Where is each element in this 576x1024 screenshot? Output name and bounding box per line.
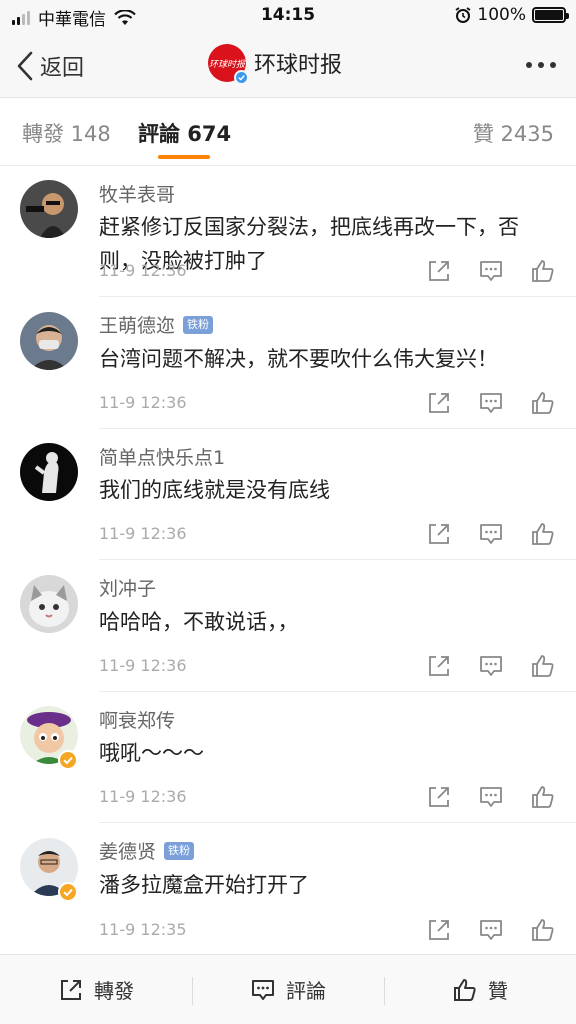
comment-list: 牧羊表哥 赶紧修订反国家分裂法，把底线再改一下，否则，没脸被打肿了 11-9 1… bbox=[0, 166, 576, 954]
share-icon[interactable] bbox=[426, 390, 452, 416]
comment-text: 台湾问题不解决，就不要吹什么伟大复兴！ bbox=[99, 346, 498, 371]
timestamp: 11-9 12:36 bbox=[99, 261, 187, 280]
share-icon[interactable] bbox=[426, 258, 452, 284]
username[interactable]: 刘冲子 bbox=[99, 574, 156, 601]
repost-button[interactable]: 轉發 bbox=[0, 955, 192, 1024]
comment-label: 評論 bbox=[286, 979, 326, 1003]
share-icon[interactable] bbox=[426, 917, 452, 943]
comment-icon[interactable] bbox=[478, 917, 504, 943]
fan-badge: 铁粉 bbox=[164, 841, 195, 860]
back-button[interactable]: 返回 bbox=[16, 50, 84, 82]
verified-icon bbox=[234, 70, 249, 85]
share-icon[interactable] bbox=[426, 784, 452, 810]
thumbs-up-icon[interactable] bbox=[530, 917, 556, 943]
timestamp: 11-9 12:36 bbox=[99, 392, 187, 412]
account-avatar: 环球时报 bbox=[208, 44, 249, 85]
page-title: 环球时报 bbox=[254, 53, 343, 78]
thumbs-up-icon bbox=[454, 978, 476, 1001]
share-icon bbox=[61, 979, 81, 1000]
comment-body: 牧羊表哥 赶紧修订反国家分裂法，把底线再改一下，否则，没脸被打肿了 11-9 1… bbox=[99, 180, 576, 297]
username[interactable]: 啊衰郑传 bbox=[99, 706, 175, 733]
battery-fill bbox=[535, 10, 563, 20]
like-label: 贊 bbox=[488, 979, 508, 1003]
comment-icon[interactable] bbox=[478, 521, 504, 547]
comment-text: 潘多拉魔盒开始打开了 bbox=[99, 872, 309, 897]
tab-bar: 轉發 148 評論 674 贊 2435 bbox=[0, 98, 576, 166]
avatar[interactable] bbox=[20, 574, 78, 633]
comment-actions bbox=[400, 917, 556, 943]
comment-actions bbox=[400, 521, 556, 547]
comment-actions bbox=[400, 653, 556, 679]
thumbs-up-icon[interactable] bbox=[530, 390, 556, 416]
thumbs-up-icon[interactable] bbox=[530, 653, 556, 679]
comment-icon[interactable] bbox=[478, 784, 504, 810]
tab-likes[interactable]: 贊 2435 bbox=[473, 118, 554, 148]
avatar[interactable] bbox=[20, 180, 78, 238]
repost-label: 轉發 bbox=[94, 979, 134, 1003]
comment-actions bbox=[400, 258, 556, 284]
comment-body: 王萌德迩 铁粉 台湾问题不解决，就不要吹什么伟大复兴！ 11-9 12:36 bbox=[99, 312, 576, 429]
timestamp: 11-9 12:35 bbox=[99, 919, 187, 939]
comment-icon[interactable] bbox=[478, 390, 504, 416]
battery-icon bbox=[532, 7, 569, 23]
comment-text: 哈哈哈，不敢说话，， bbox=[99, 609, 299, 634]
account-header[interactable]: 环球时报 环球时报 bbox=[208, 44, 343, 85]
thumbs-up-icon[interactable] bbox=[530, 258, 556, 284]
comment-item: 刘冲子 哈哈哈，不敢说话，， 11-9 12:36 bbox=[0, 561, 576, 693]
comment-body: 啊衰郑传 哦吼～～～ 11-9 12:36 bbox=[99, 706, 576, 823]
comment-item: 王萌德迩 铁粉 台湾问题不解决，就不要吹什么伟大复兴！ 11-9 12:36 bbox=[0, 298, 576, 430]
verified-icon bbox=[58, 881, 78, 902]
comment-icon bbox=[252, 979, 274, 1000]
more-dots-icon[interactable] bbox=[520, 62, 556, 68]
back-label: 返回 bbox=[40, 56, 85, 81]
comment-text: 我们的底线就是没有底线 bbox=[99, 478, 330, 502]
status-right: 100% bbox=[455, 5, 569, 25]
username[interactable]: 王萌德迩 bbox=[99, 311, 175, 338]
comment-icon[interactable] bbox=[478, 258, 504, 284]
verified-icon bbox=[58, 750, 78, 770]
avatar[interactable] bbox=[20, 311, 78, 370]
timestamp: 11-9 12:36 bbox=[99, 524, 187, 543]
thumbs-up-icon[interactable] bbox=[530, 521, 556, 547]
battery-percent: 100% bbox=[477, 5, 526, 25]
tab-comments[interactable]: 評論 674 bbox=[138, 118, 231, 148]
tab-active-indicator bbox=[158, 155, 210, 159]
timestamp: 11-9 12:36 bbox=[99, 655, 187, 675]
comment-body: 刘冲子 哈哈哈，不敢说话，， 11-9 12:36 bbox=[99, 575, 576, 692]
username[interactable]: 简单点快乐点1 bbox=[99, 443, 225, 470]
comment-item: 啊衰郑传 哦吼～～～ 11-9 12:36 bbox=[0, 692, 576, 824]
thumbs-up-icon[interactable] bbox=[530, 784, 556, 810]
fan-badge: 铁粉 bbox=[183, 315, 214, 334]
share-icon[interactable] bbox=[426, 521, 452, 547]
comment-icon[interactable] bbox=[478, 653, 504, 679]
share-icon[interactable] bbox=[426, 653, 452, 679]
chevron-left-icon bbox=[17, 51, 33, 81]
like-button[interactable]: 贊 bbox=[384, 955, 576, 1024]
comment-item: 牧羊表哥 赶紧修订反国家分裂法，把底线再改一下，否则，没脸被打肿了 11-9 1… bbox=[0, 166, 576, 298]
comment-body: 简单点快乐点1 我们的底线就是没有底线 11-9 12:36 bbox=[99, 443, 576, 560]
comment-actions bbox=[400, 390, 556, 416]
comment-button[interactable]: 評論 bbox=[192, 955, 384, 1024]
bottom-action-bar: 轉發 評論 贊 bbox=[0, 954, 576, 1024]
logo-text: 环球时报 bbox=[208, 59, 245, 70]
comment-body: 姜德贤 铁粉 潘多拉魔盒开始打开了 11-9 12:35 bbox=[99, 838, 576, 955]
avatar[interactable] bbox=[20, 443, 78, 501]
status-bar: 中華電信 14:15 100% bbox=[0, 0, 576, 32]
comment-actions bbox=[400, 784, 556, 810]
comment-item: 简单点快乐点1 我们的底线就是没有底线 11-9 12:36 bbox=[0, 429, 576, 561]
comment-text: 哦吼～～～ bbox=[99, 741, 204, 765]
tab-reposts[interactable]: 轉發 148 bbox=[22, 118, 111, 148]
username[interactable]: 姜德贤 bbox=[99, 837, 156, 864]
username[interactable]: 牧羊表哥 bbox=[99, 180, 175, 207]
alarm-icon bbox=[455, 7, 471, 23]
comment-item: 姜德贤 铁粉 潘多拉魔盒开始打开了 11-9 12:35 bbox=[0, 824, 576, 955]
nav-bar: 返回 环球时报 环球时报 bbox=[0, 32, 576, 98]
timestamp: 11-9 12:36 bbox=[99, 787, 187, 806]
